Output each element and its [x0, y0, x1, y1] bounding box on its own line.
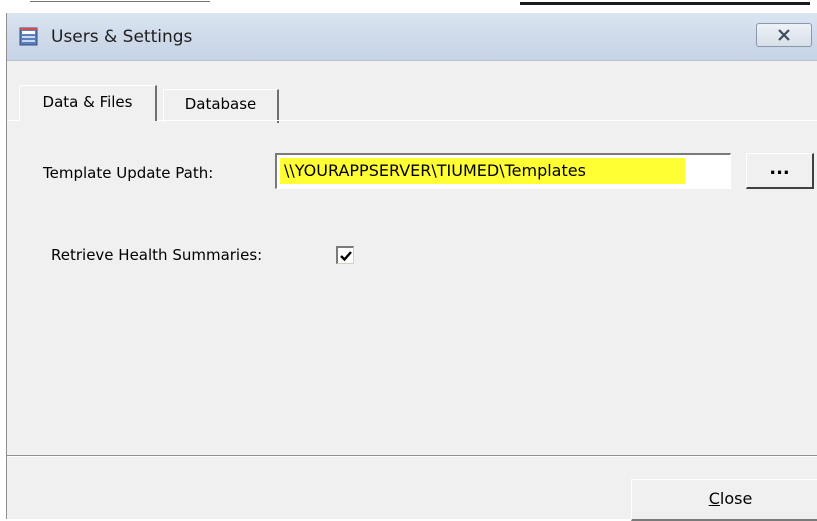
- tab-database[interactable]: Database: [163, 89, 279, 123]
- settings-dialog: Users & Settings Data & Files Database T…: [6, 13, 817, 521]
- window-title: Users & Settings: [51, 27, 193, 47]
- close-button[interactable]: Close: [631, 479, 817, 521]
- template-path-value: \\YOURAPPSERVER\TIUMED\Templates: [280, 158, 685, 184]
- close-label: lose: [719, 489, 753, 508]
- health-summaries-label: Retrieve Health Summaries:: [51, 246, 263, 264]
- tab-data-files[interactable]: Data & Files: [19, 85, 157, 121]
- template-path-input[interactable]: \\YOURAPPSERVER\TIUMED\Templates: [275, 153, 731, 189]
- health-summaries-checkbox[interactable]: [336, 246, 354, 264]
- footer-separator: [7, 455, 817, 457]
- background-window-strip: [0, 0, 817, 12]
- close-x-icon: [778, 29, 790, 41]
- template-path-label: Template Update Path:: [43, 164, 214, 182]
- close-x-button[interactable]: [756, 23, 812, 47]
- background-text-fragment: [30, 1, 210, 2]
- close-mnemonic: C: [708, 489, 720, 508]
- title-bar[interactable]: Users & Settings: [7, 13, 817, 61]
- checkmark-icon: [340, 251, 352, 262]
- browse-button[interactable]: ...: [746, 153, 814, 189]
- background-text-fragment: [520, 2, 810, 5]
- app-window-icon: [19, 27, 38, 46]
